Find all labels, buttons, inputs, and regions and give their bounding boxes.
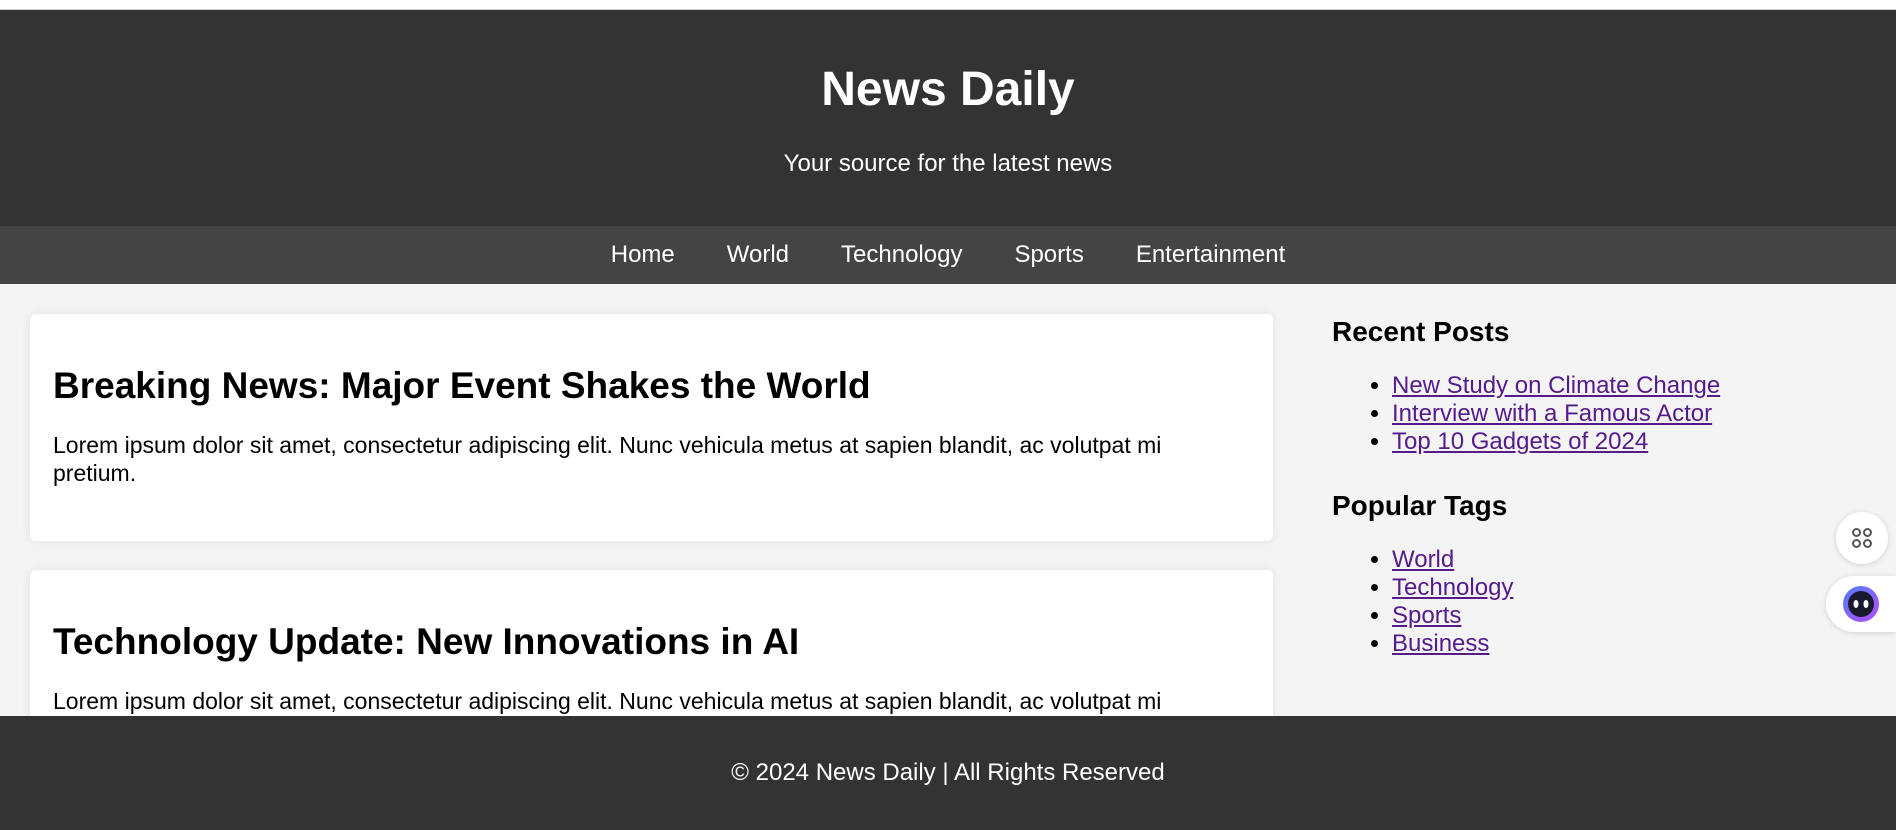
article-body: Lorem ipsum dolor sit amet, consectetur … xyxy=(53,687,1162,716)
list-item: New Study on Climate Change xyxy=(1392,372,1812,400)
list-item: Technology xyxy=(1392,574,1812,602)
list-item: World xyxy=(1392,546,1812,574)
nav-entertainment-link[interactable]: Entertainment xyxy=(1110,243,1311,267)
list-item: Sports xyxy=(1392,602,1812,630)
list-item: Interview with a Famous Actor xyxy=(1392,400,1812,428)
article-card: Breaking News: Major Event Shakes the Wo… xyxy=(30,314,1273,541)
popular-tags-heading: Popular Tags xyxy=(1332,490,1508,521)
site-tagline: Your source for the latest news xyxy=(783,150,1113,177)
tag-link[interactable]: World xyxy=(1392,546,1454,573)
assistant-face-icon xyxy=(1843,586,1879,622)
tag-link[interactable]: Business xyxy=(1392,630,1489,657)
article-body: Lorem ipsum dolor sit amet, consectetur … xyxy=(53,431,1162,486)
article-card: Technology Update: New Innovations in AI… xyxy=(30,570,1273,716)
command-key-icon xyxy=(1852,528,1872,548)
nav-sports-link[interactable]: Sports xyxy=(988,243,1109,267)
list-item: Top 10 Gadgets of 2024 xyxy=(1392,428,1812,456)
copyright-text: © 2024 News Daily | All Rights Reserved xyxy=(731,759,1165,786)
popular-tags-list: World Technology Sports Business xyxy=(1332,546,1812,658)
nav-technology-link[interactable]: Technology xyxy=(815,243,988,267)
site-header: News Daily Your source for the latest ne… xyxy=(0,10,1896,226)
recent-post-link[interactable]: Interview with a Famous Actor xyxy=(1392,400,1712,427)
article-title: Breaking News: Major Event Shakes the Wo… xyxy=(53,365,871,406)
article-title: Technology Update: New Innovations in AI xyxy=(53,621,800,662)
main-nav: Home World Technology Sports Entertainme… xyxy=(0,226,1896,284)
assistant-button[interactable] xyxy=(1826,576,1896,632)
tag-link[interactable]: Sports xyxy=(1392,602,1461,629)
list-item: Business xyxy=(1392,630,1812,658)
recent-posts-heading: Recent Posts xyxy=(1332,316,1510,347)
recent-post-link[interactable]: New Study on Climate Change xyxy=(1392,372,1720,399)
sidebar: Recent Posts New Study on Climate Change… xyxy=(1332,318,1812,658)
nav-home-link[interactable]: Home xyxy=(585,243,701,267)
site-footer: © 2024 News Daily | All Rights Reserved xyxy=(0,716,1896,830)
main-content[interactable]: Breaking News: Major Event Shakes the Wo… xyxy=(0,284,1896,716)
recent-posts-list: New Study on Climate Change Interview wi… xyxy=(1332,372,1812,456)
tag-link[interactable]: Technology xyxy=(1392,574,1513,601)
nav-world-link[interactable]: World xyxy=(701,243,815,267)
recent-post-link[interactable]: Top 10 Gadgets of 2024 xyxy=(1392,428,1648,455)
shortcut-button[interactable] xyxy=(1836,512,1888,564)
browser-top-strip xyxy=(0,0,1896,10)
site-title: News Daily xyxy=(821,63,1075,116)
